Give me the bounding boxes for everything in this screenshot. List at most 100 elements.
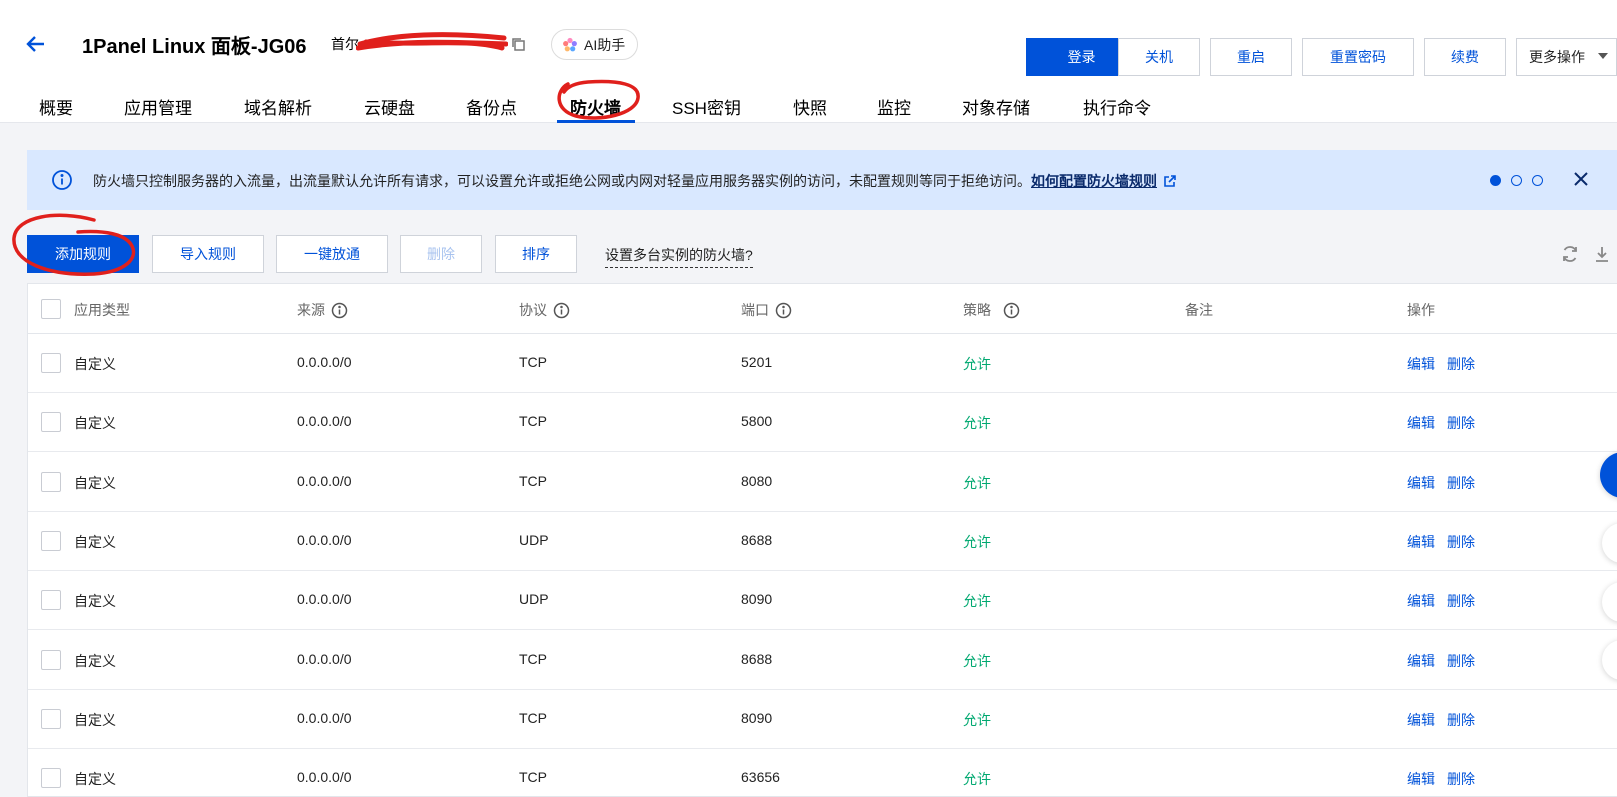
ai-flower-icon: [563, 37, 577, 51]
import-rules-button[interactable]: 导入规则: [152, 235, 264, 273]
copy-icon[interactable]: [510, 36, 526, 52]
tab-backup[interactable]: 备份点: [466, 94, 517, 119]
row-checkbox[interactable]: [41, 708, 61, 729]
back-arrow-icon[interactable]: [24, 32, 48, 56]
notice-pager: [1490, 175, 1543, 186]
row-checkbox[interactable]: [41, 412, 61, 433]
edit-rule-link[interactable]: 编辑: [1407, 354, 1435, 374]
notice-text: 防火墙只控制服务器的入流量，出流量默认允许所有请求，可以设置允许或拒绝公网或内网…: [93, 173, 1031, 189]
cell-source: 0.0.0.0/0: [297, 709, 352, 726]
select-all-checkbox[interactable]: [41, 299, 61, 319]
edit-rule-link[interactable]: 编辑: [1407, 532, 1435, 552]
cell-port: 8688: [741, 531, 773, 548]
cell-source: 0.0.0.0/0: [297, 591, 352, 608]
cell-port: 8090: [741, 591, 773, 608]
edit-rule-link[interactable]: 编辑: [1407, 473, 1435, 493]
renew-button[interactable]: 续费: [1424, 38, 1506, 76]
edit-rule-link[interactable]: 编辑: [1407, 413, 1435, 433]
cell-protocol: TCP: [519, 354, 547, 370]
edit-rule-link[interactable]: 编辑: [1407, 591, 1435, 611]
pager-dot-2[interactable]: [1511, 175, 1522, 186]
edit-rule-link[interactable]: 编辑: [1407, 710, 1435, 730]
cell-port: 8688: [741, 650, 773, 667]
add-rule-button[interactable]: 添加规则: [27, 235, 139, 273]
delete-rule-link[interactable]: 删除: [1447, 710, 1475, 730]
cell-port: 8080: [741, 472, 773, 489]
tab-domain[interactable]: 域名解析: [244, 94, 312, 119]
cell-policy: 允许: [963, 474, 991, 491]
external-link-icon[interactable]: [1163, 174, 1177, 188]
info-circle-icon[interactable]: [775, 302, 792, 319]
reset-password-button[interactable]: 重置密码: [1302, 38, 1414, 76]
refresh-icon[interactable]: [1560, 244, 1580, 264]
row-checkbox[interactable]: [41, 353, 61, 373]
cell-source: 0.0.0.0/0: [297, 769, 352, 786]
shutdown-button[interactable]: 关机: [1118, 38, 1200, 76]
header-port-label: 端口: [741, 302, 769, 318]
info-circle-icon[interactable]: [553, 302, 570, 319]
restart-button[interactable]: 重启: [1210, 38, 1292, 76]
delete-rule-link[interactable]: 删除: [1447, 532, 1475, 552]
open-all-button[interactable]: 一键放通: [276, 235, 388, 273]
cell-app-type: 自定义: [74, 652, 116, 669]
tab-snapshots[interactable]: 快照: [793, 94, 827, 119]
delete-rule-link[interactable]: 删除: [1447, 354, 1475, 374]
pager-dot-1[interactable]: [1490, 175, 1501, 186]
ai-assistant-button[interactable]: AI助手: [551, 29, 639, 60]
more-actions-dropdown[interactable]: 更多操作: [1516, 38, 1617, 76]
more-actions-label: 更多操作: [1529, 49, 1585, 65]
header-app-type-label: 应用类型: [74, 302, 130, 318]
cell-app-type: 自定义: [74, 474, 116, 491]
tab-monitoring[interactable]: 监控: [877, 94, 911, 119]
multi-instance-firewall-link[interactable]: 设置多台实例的防火墙?: [605, 245, 753, 268]
cell-source: 0.0.0.0/0: [297, 354, 352, 370]
download-icon[interactable]: [1592, 244, 1612, 264]
cell-port: 5800: [741, 413, 773, 430]
table-row: 自定义 0.0.0.0/0 TCP 8080 允许 编辑 删除: [28, 453, 1617, 512]
delete-rule-link[interactable]: 删除: [1447, 591, 1475, 611]
row-checkbox[interactable]: [41, 768, 61, 789]
edit-rule-link[interactable]: 编辑: [1407, 769, 1435, 789]
delete-rule-link[interactable]: 删除: [1447, 651, 1475, 671]
pager-dot-3[interactable]: [1532, 175, 1543, 186]
delete-rule-link[interactable]: 删除: [1447, 413, 1475, 433]
tab-app-management[interactable]: 应用管理: [124, 94, 192, 119]
info-notice-banner: 防火墙只控制服务器的入流量，出流量默认允许所有请求，可以设置允许或拒绝公网或内网…: [27, 150, 1617, 210]
cell-app-type: 自定义: [74, 415, 116, 432]
cell-port: 8090: [741, 709, 773, 726]
info-circle-icon[interactable]: [1003, 302, 1020, 319]
sort-button[interactable]: 排序: [495, 235, 577, 273]
cell-source: 0.0.0.0/0: [297, 531, 352, 548]
row-checkbox[interactable]: [41, 590, 61, 611]
tab-ssh-keys[interactable]: SSH密钥: [672, 94, 741, 119]
firewall-help-link[interactable]: 如何配置防火墙规则: [1031, 173, 1157, 189]
cell-app-type: 自定义: [74, 593, 116, 610]
cell-protocol: UDP: [519, 531, 549, 548]
tab-overview[interactable]: 概要: [39, 94, 73, 119]
row-checkbox[interactable]: [41, 471, 61, 492]
delete-rule-link[interactable]: 删除: [1447, 473, 1475, 493]
table-row: 自定义 0.0.0.0/0 TCP 8688 允许 编辑 删除: [28, 631, 1617, 690]
tab-object-storage[interactable]: 对象存储: [962, 94, 1030, 119]
close-icon[interactable]: [1573, 171, 1589, 187]
tab-run-command[interactable]: 执行命令: [1083, 94, 1151, 119]
cell-app-type: 自定义: [74, 533, 116, 550]
row-checkbox[interactable]: [41, 530, 61, 551]
instance-region: 首尔: [331, 36, 359, 52]
header-protocol: 协议: [519, 300, 570, 320]
cell-source: 0.0.0.0/0: [297, 650, 352, 667]
tab-firewall[interactable]: 防火墙: [570, 94, 621, 119]
delete-rules-button[interactable]: 删除: [400, 235, 482, 273]
delete-rule-link[interactable]: 删除: [1447, 769, 1475, 789]
cell-policy: 允许: [963, 415, 991, 432]
cell-protocol: TCP: [519, 413, 547, 430]
edit-rule-link[interactable]: 编辑: [1407, 651, 1435, 671]
table-row: 自定义 0.0.0.0/0 TCP 63656 允许 编辑 删除: [28, 749, 1617, 797]
tab-cloud-disk[interactable]: 云硬盘: [364, 94, 415, 119]
active-tab-indicator: [557, 120, 635, 123]
info-circle-icon: [52, 170, 72, 190]
row-checkbox[interactable]: [41, 649, 61, 670]
instance-title: 1Panel Linux 面板-JG06: [82, 36, 307, 58]
ai-assistant-label: AI助手: [584, 36, 626, 53]
info-circle-icon[interactable]: [331, 302, 348, 319]
